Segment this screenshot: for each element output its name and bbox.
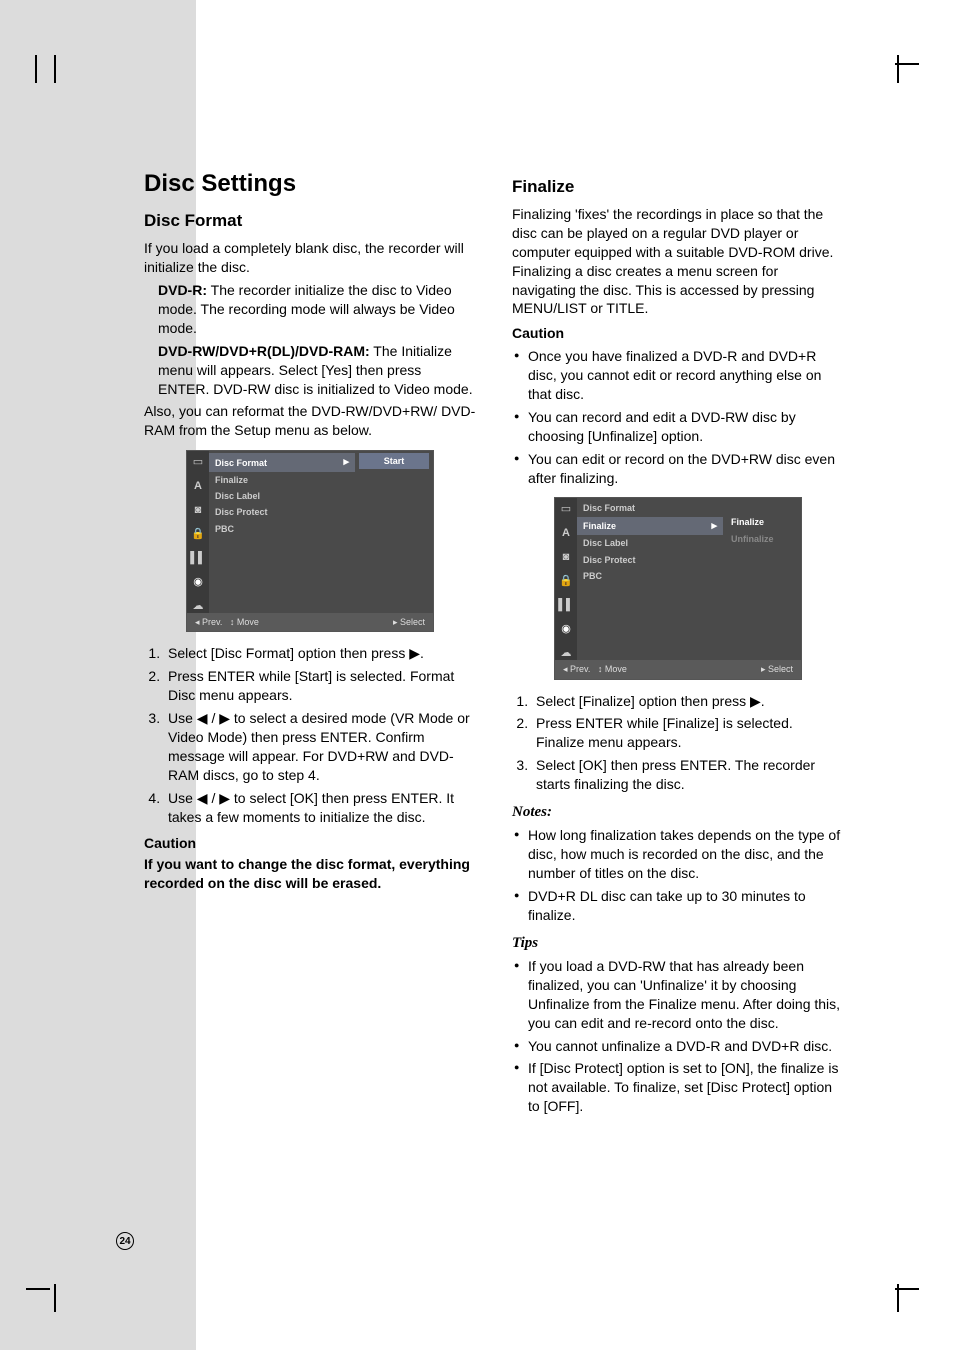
tips-list: If you load a DVD-RW that has already be… — [512, 957, 844, 1116]
cloud-icon: ☁ — [559, 646, 573, 660]
osd2-finalize-option: Finalize — [727, 514, 797, 530]
disc-icon: ◉ — [559, 622, 573, 636]
page-title: Disc Settings — [144, 168, 476, 200]
finalize-heading: Finalize — [512, 176, 844, 199]
lock-icon: 🔒 — [191, 527, 205, 541]
letter-a-icon: A — [191, 479, 205, 493]
osd2-row-disc-label: Disc Label — [577, 535, 723, 551]
also-text: Also, you can reformat the DVD-RW/DVD+RW… — [144, 402, 476, 440]
osd2-foot-move: ↕ Move — [598, 664, 627, 674]
finalize-caution-list: Once you have finalized a DVD-R and DVD+… — [512, 347, 844, 487]
dvd-r-label: DVD-R: — [158, 282, 207, 298]
osd2-row-finalize: Finalize▸ — [577, 517, 723, 536]
tips-heading: Tips — [512, 933, 844, 953]
osd-foot-select: ▸ Select — [393, 616, 425, 628]
disc-format-steps: Select [Disc Format] option then press ▶… — [164, 644, 476, 826]
finalize-intro: Finalizing 'fixes' the recordings in pla… — [512, 205, 844, 318]
dvd-rw-para: DVD-RW/DVD+R(DL)/DVD-RAM: The Initialize… — [158, 342, 476, 399]
notes-heading: Notes: — [512, 802, 844, 822]
osd2-foot-select: ▸ Select — [761, 663, 793, 675]
tip-2: You cannot unfinalize a DVD-R and DVD+R … — [512, 1037, 844, 1056]
step-3: Use ◀ / ▶ to select a desired mode (VR M… — [164, 709, 476, 785]
caution-text-left: If you want to change the disc format, e… — [144, 855, 476, 893]
cloud-icon: ☁ — [191, 599, 205, 613]
step-1: Select [Disc Format] option then press ▶… — [164, 644, 476, 663]
osd-disc-format-screenshot: ▭ A ◙ 🔒 ▌▌ ◉ ☁ Disc Format▸ Finalize Dis… — [186, 450, 434, 632]
dvd-r-para: DVD-R: The recorder initialize the disc … — [158, 281, 476, 338]
letter-a-icon: A — [559, 526, 573, 540]
osd-finalize-screenshot: ▭ A ◙ 🔒 ▌▌ ◉ ☁ Disc Format Finalize▸ Dis… — [554, 497, 802, 679]
intro-text: If you load a completely blank disc, the… — [144, 239, 476, 277]
lock-icon: 🔒 — [559, 574, 573, 588]
fstep-3: Select [OK] then press ENTER. The record… — [532, 756, 844, 794]
tip-3: If [Disc Protect] option is set to [ON],… — [512, 1059, 844, 1116]
caution-heading-right: Caution — [512, 324, 844, 343]
osd-row-disc-format: Disc Format▸ — [209, 453, 355, 472]
fstep-2: Press ENTER while [Finalize] is selected… — [532, 714, 844, 752]
caution-bullet-2: You can record and edit a DVD-RW disc by… — [512, 408, 844, 446]
caution-heading-left: Caution — [144, 834, 476, 853]
osd-row-disc-label: Disc Label — [209, 488, 355, 504]
camera-icon: ◙ — [559, 550, 573, 564]
finalize-steps: Select [Finalize] option then press ▶. P… — [532, 692, 844, 794]
osd2-row-disc-format: Disc Format — [577, 500, 723, 516]
osd-foot-move: ↕ Move — [230, 617, 259, 627]
osd-row-pbc: PBC — [209, 521, 355, 537]
osd2-unfinalize-option: Unfinalize — [727, 531, 797, 547]
right-column: Finalize Finalizing 'fixes' the recordin… — [512, 168, 844, 1124]
disc-format-heading: Disc Format — [144, 210, 476, 233]
osd2-row-pbc: PBC — [577, 568, 723, 584]
notes-list: How long finalization takes depends on t… — [512, 826, 844, 924]
camera-icon: ◙ — [191, 503, 205, 517]
left-column: Disc Settings Disc Format If you load a … — [144, 168, 476, 1124]
note-1: How long finalization takes depends on t… — [512, 826, 844, 883]
dvd-rw-label: DVD-RW/DVD+R(DL)/DVD-RAM: — [158, 343, 370, 359]
monitor-icon: ▭ — [559, 502, 573, 516]
fstep-1: Select [Finalize] option then press ▶. — [532, 692, 844, 711]
osd-row-finalize: Finalize — [209, 472, 355, 488]
record-icon: ▌▌ — [191, 551, 205, 565]
monitor-icon: ▭ — [191, 455, 205, 469]
osd2-row-disc-protect: Disc Protect — [577, 552, 723, 568]
step-2: Press ENTER while [Start] is selected. F… — [164, 667, 476, 705]
osd-row-disc-protect: Disc Protect — [209, 504, 355, 520]
osd-foot-prev: ◂ Prev. — [195, 617, 222, 627]
disc-icon: ◉ — [191, 575, 205, 589]
osd2-foot-prev: ◂ Prev. — [563, 664, 590, 674]
page-number: 24 — [116, 1232, 134, 1250]
caution-bullet-1: Once you have finalized a DVD-R and DVD+… — [512, 347, 844, 404]
osd-start-button: Start — [359, 453, 429, 469]
caution-bullet-3: You can edit or record on the DVD+RW dis… — [512, 450, 844, 488]
note-2: DVD+R DL disc can take up to 30 minutes … — [512, 887, 844, 925]
tip-1: If you load a DVD-RW that has already be… — [512, 957, 844, 1033]
record-icon: ▌▌ — [559, 598, 573, 612]
step-4: Use ◀ / ▶ to select [OK] then press ENTE… — [164, 789, 476, 827]
